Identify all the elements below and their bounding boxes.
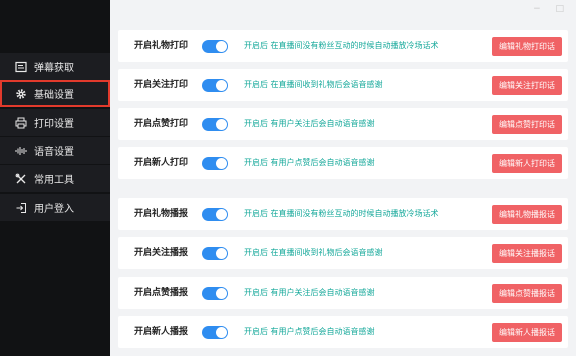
sidebar: 弹幕获取 基础设置 打印设置 语音设置 常用工具 用户登入 [0, 0, 110, 356]
edit-gift-broadcast-button[interactable]: 编辑礼物播报话 [492, 205, 562, 224]
row-label: 开启关注打印 [134, 80, 189, 90]
edit-like-print-button[interactable]: 编辑点赞打印话 [492, 115, 562, 134]
sidebar-item-label: 常用工具 [34, 175, 74, 186]
sidebar-item-label: 基础设置 [34, 90, 74, 101]
row-description: 开启后 有用户关注后会自动语音感谢 [244, 119, 375, 128]
settings-row-follow-print: 开启关注打印 开启后 在直播间收到礼物后会语音感谢 编辑关注打印话 [118, 69, 568, 101]
barrage-icon [14, 60, 28, 74]
toggle-switch[interactable] [202, 208, 228, 221]
row-label: 开启新人打印 [134, 158, 189, 168]
edit-follow-broadcast-button[interactable]: 编辑关注播报话 [492, 244, 562, 263]
row-label: 开启关注播报 [134, 248, 189, 258]
sidebar-item-login[interactable]: 用户登入 [0, 194, 110, 221]
settings-row-gift-broadcast: 开启礼物播报 开启后 在直播间没有粉丝互动的时候自动播放冷场话术 编辑礼物播报话 [118, 198, 568, 230]
row-description: 开启后 在直播间没有粉丝互动的时候自动播放冷场话术 [244, 209, 439, 218]
tools-icon [14, 172, 28, 186]
sidebar-item-label: 用户登入 [34, 204, 74, 215]
settings-row-newcomer-print: 开启新人打印 开启后 有用户点赞后会自动语音感谢 编辑新人打印话 [118, 147, 568, 179]
toggle-switch[interactable] [202, 118, 228, 131]
row-description: 开启后 有用户点赞后会自动语音感谢 [244, 327, 375, 336]
sidebar-item-print-settings[interactable]: 打印设置 [0, 109, 110, 136]
edit-newcomer-print-button[interactable]: 编辑新人打印话 [492, 154, 562, 173]
toggle-switch[interactable] [202, 79, 228, 92]
toggle-switch[interactable] [202, 157, 228, 170]
row-description: 开启后 有用户点赞后会自动语音感谢 [244, 158, 375, 167]
settings-row-newcomer-broadcast: 开启新人播报 开启后 有用户点赞后会自动语音感谢 编辑新人播报话 [118, 316, 568, 348]
row-description: 开启后 在直播间没有粉丝互动的时候自动播放冷场话术 [244, 41, 439, 50]
toggle-switch[interactable] [202, 326, 228, 339]
sidebar-item-basic-settings[interactable]: 基础设置 [0, 80, 110, 107]
edit-follow-print-button[interactable]: 编辑关注打印话 [492, 76, 562, 95]
row-label: 开启新人播报 [134, 327, 189, 337]
settings-row-like-print: 开启点赞打印 开启后 有用户关注后会自动语音感谢 编辑点赞打印话 [118, 108, 568, 140]
printer-icon [14, 116, 28, 130]
audio-wave-icon [14, 144, 28, 158]
toggle-switch[interactable] [202, 287, 228, 300]
sidebar-item-voice-settings[interactable]: 语音设置 [0, 137, 110, 164]
settings-row-follow-broadcast: 开启关注播报 开启后 在直播间收到礼物后会语音感谢 编辑关注播报话 [118, 237, 568, 269]
row-label: 开启礼物播报 [134, 209, 189, 219]
login-icon [14, 201, 28, 215]
row-description: 开启后 在直播间收到礼物后会语音感谢 [244, 248, 383, 257]
gear-icon [14, 87, 28, 101]
settings-row-gift-print: 开启礼物打印 开启后 在直播间没有粉丝互动的时候自动播放冷场话术 编辑礼物打印话 [118, 30, 568, 62]
sidebar-item-label: 打印设置 [34, 119, 74, 130]
sidebar-item-label: 语音设置 [34, 147, 74, 158]
row-label: 开启礼物打印 [134, 41, 189, 51]
row-label: 开启点赞打印 [134, 119, 189, 129]
row-label: 开启点赞播报 [134, 288, 189, 298]
row-description: 开启后 在直播间收到礼物后会语音感谢 [244, 80, 383, 89]
edit-newcomer-broadcast-button[interactable]: 编辑新人播报话 [492, 323, 562, 342]
row-description: 开启后 有用户关注后会自动语音感谢 [244, 288, 375, 297]
sidebar-item-barrage[interactable]: 弹幕获取 [0, 53, 110, 80]
main-panel: 开启礼物打印 开启后 在直播间没有粉丝互动的时候自动播放冷场话术 编辑礼物打印话… [110, 0, 576, 356]
toggle-switch[interactable] [202, 247, 228, 260]
toggle-switch[interactable] [202, 40, 228, 53]
sidebar-item-tools[interactable]: 常用工具 [0, 165, 110, 192]
settings-row-like-broadcast: 开启点赞播报 开启后 有用户关注后会自动语音感谢 编辑点赞播报话 [118, 277, 568, 309]
edit-gift-print-button[interactable]: 编辑礼物打印话 [492, 37, 562, 56]
sidebar-item-label: 弹幕获取 [34, 63, 74, 74]
edit-like-broadcast-button[interactable]: 编辑点赞播报话 [492, 284, 562, 303]
